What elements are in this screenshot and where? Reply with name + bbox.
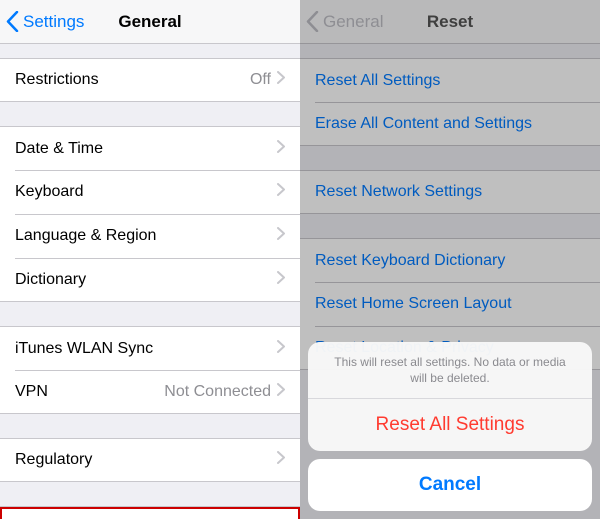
row-detail: Off [250, 71, 271, 89]
chevron-right-icon [277, 271, 285, 289]
general-settings-pane: Settings General Restrictions Off Date &… [0, 0, 300, 519]
row-reset-keyboard-dictionary[interactable]: Reset Keyboard Dictionary [300, 238, 600, 282]
reset-pane: General Reset Reset All Settings Erase A… [300, 0, 600, 519]
row-label: Keyboard [15, 183, 277, 201]
row-label: Restrictions [15, 71, 250, 89]
back-label: General [323, 12, 383, 32]
chevron-left-icon [306, 11, 319, 32]
chevron-right-icon [277, 383, 285, 401]
row-regulatory[interactable]: Regulatory [0, 438, 300, 482]
row-language-region[interactable]: Language & Region [0, 214, 300, 258]
row-restrictions[interactable]: Restrictions Off [0, 58, 300, 102]
cancel-button[interactable]: Cancel [308, 459, 592, 511]
navbar-reset: General Reset [300, 0, 600, 44]
row-detail: Not Connected [164, 383, 271, 401]
group-reset-network: Reset Network Settings [300, 170, 600, 214]
chevron-right-icon [277, 340, 285, 358]
row-label: Dictionary [15, 271, 277, 289]
row-label: Erase All Content and Settings [315, 115, 585, 133]
row-date-time[interactable]: Date & Time [0, 126, 300, 170]
row-label: Language & Region [15, 227, 277, 245]
row-erase-all-content[interactable]: Erase All Content and Settings [300, 102, 600, 146]
chevron-right-icon [277, 71, 285, 89]
group-regulatory: Regulatory [0, 438, 300, 482]
chevron-right-icon [277, 227, 285, 245]
row-reset-all-settings[interactable]: Reset All Settings [300, 58, 600, 102]
action-sheet: This will reset all settings. No data or… [308, 342, 592, 511]
group-network: iTunes WLAN Sync VPN Not Connected [0, 326, 300, 414]
row-label: Reset Home Screen Layout [315, 295, 585, 313]
row-label: Regulatory [15, 451, 277, 469]
group-restrictions: Restrictions Off [0, 58, 300, 102]
action-sheet-cancel-group: Cancel [308, 459, 592, 511]
row-label: Date & Time [15, 140, 277, 158]
row-reset-home-screen[interactable]: Reset Home Screen Layout [300, 282, 600, 326]
chevron-left-icon [6, 11, 19, 32]
row-reset-network-settings[interactable]: Reset Network Settings [300, 170, 600, 214]
group-locale: Date & Time Keyboard Language & Region D… [0, 126, 300, 302]
row-itunes-wlan-sync[interactable]: iTunes WLAN Sync [0, 326, 300, 370]
chevron-right-icon [277, 451, 285, 469]
row-keyboard[interactable]: Keyboard [0, 170, 300, 214]
group-reset: Reset [0, 506, 300, 519]
row-label: Reset All Settings [315, 72, 585, 90]
row-vpn[interactable]: VPN Not Connected [0, 370, 300, 414]
row-label: iTunes WLAN Sync [15, 340, 277, 358]
action-sheet-group: This will reset all settings. No data or… [308, 342, 592, 451]
row-dictionary[interactable]: Dictionary [0, 258, 300, 302]
row-reset[interactable]: Reset [0, 506, 300, 519]
chevron-right-icon [277, 140, 285, 158]
chevron-right-icon [277, 183, 285, 201]
back-label: Settings [23, 12, 84, 32]
back-to-general-button[interactable]: General [300, 11, 383, 32]
back-to-settings-button[interactable]: Settings [0, 11, 84, 32]
row-label: Reset Network Settings [315, 183, 585, 201]
group-reset-main: Reset All Settings Erase All Content and… [300, 58, 600, 146]
navbar-general: Settings General [0, 0, 300, 44]
row-label: VPN [15, 383, 164, 401]
row-label: Reset Keyboard Dictionary [315, 252, 585, 270]
action-sheet-message: This will reset all settings. No data or… [308, 342, 592, 399]
reset-all-settings-button[interactable]: Reset All Settings [308, 399, 592, 451]
